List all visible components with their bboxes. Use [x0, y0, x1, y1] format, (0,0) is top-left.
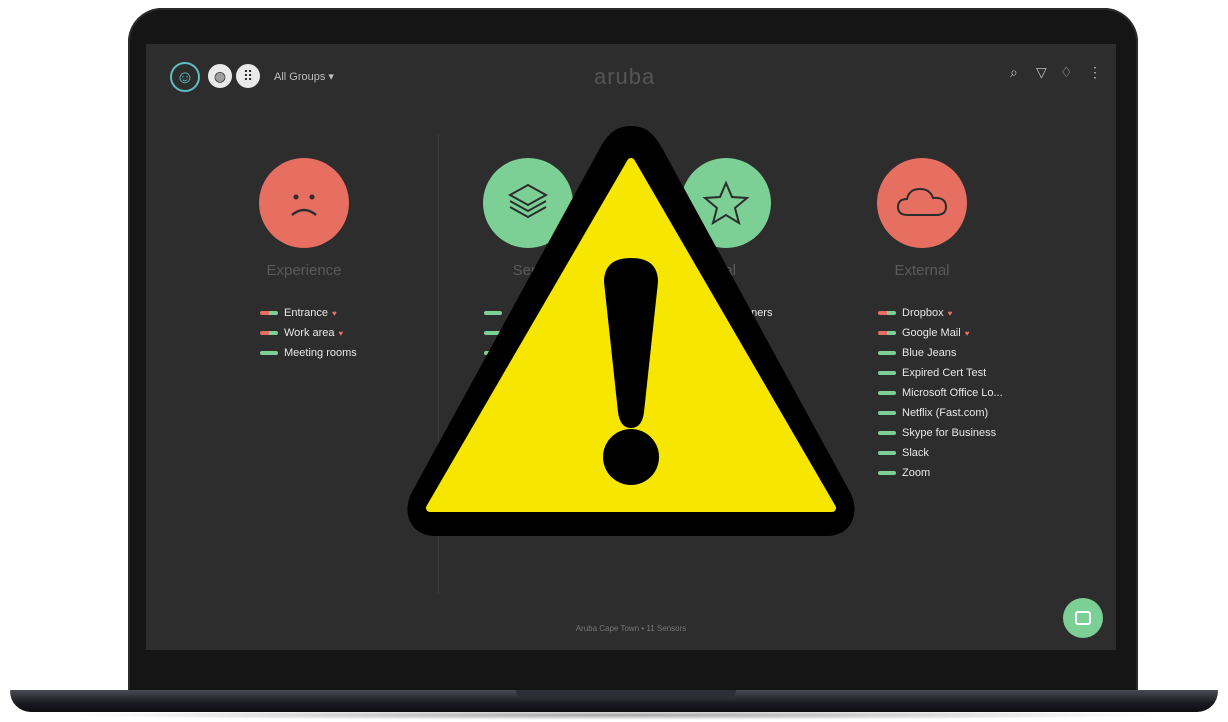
- column-experience[interactable]: Experience Entrance ♥ Work area ♥ Meeting …: [204, 158, 404, 363]
- laptop-notch: [516, 690, 736, 698]
- grid-icon[interactable]: ⠿: [236, 64, 260, 88]
- item-label: Dropbox: [902, 307, 944, 319]
- status-bar: [878, 411, 896, 415]
- column-title: Experience: [266, 262, 342, 279]
- alert-icon: ♥: [947, 308, 953, 318]
- alert-icon: ♥: [332, 308, 337, 318]
- smile-icon[interactable]: ☺: [170, 62, 200, 92]
- item-label: Zoom: [902, 467, 931, 479]
- cloud-icon: [877, 158, 967, 248]
- warning-icon: [407, 126, 855, 536]
- chat-icon: [1075, 611, 1091, 625]
- sad-face-icon: [259, 158, 349, 248]
- status-bar: [878, 371, 896, 375]
- item-label: Work area: [284, 327, 335, 339]
- status-bar: [260, 351, 278, 355]
- item-label: Netflix (Fast.com): [902, 407, 989, 419]
- list-item[interactable]: Meeting rooms: [204, 343, 404, 363]
- list-item[interactable]: Work area ♥: [204, 323, 404, 343]
- chat-button[interactable]: [1063, 598, 1103, 638]
- status-bar: [878, 331, 896, 335]
- list-item[interactable]: Entrance ♥: [204, 303, 404, 323]
- item-label: Slack: [902, 447, 929, 459]
- alert-icon: ♥: [964, 328, 970, 338]
- more-icon[interactable]: ⋮: [1088, 64, 1102, 81]
- item-label: Microsoft Office Lo...: [902, 387, 1003, 399]
- item-label: Meeting rooms: [284, 347, 357, 359]
- globe-icon[interactable]: ◍: [208, 64, 232, 88]
- brand-logo: aruba: [594, 64, 656, 89]
- footer-status: Aruba Cape Town • 11 Sensors: [575, 624, 687, 633]
- status-bar: [878, 351, 896, 355]
- bell-icon[interactable]: ♢: [1060, 64, 1073, 81]
- search-icon[interactable]: ⌕: [1010, 64, 1018, 81]
- status-bar: [260, 331, 278, 335]
- status-bar: [878, 471, 896, 475]
- status-bar: [260, 311, 278, 315]
- item-label: Skype for Business: [902, 427, 997, 439]
- status-bar: [878, 311, 896, 315]
- item-label: Entrance: [284, 307, 329, 319]
- status-bar: [878, 431, 896, 435]
- alert-icon: ♥: [338, 328, 344, 338]
- item-label: Google Mail: [902, 327, 961, 339]
- filter-icon[interactable]: ▽: [1036, 64, 1047, 81]
- status-bar: [878, 451, 896, 455]
- status-bar: [878, 391, 896, 395]
- group-selector[interactable]: All Groups ▾: [274, 70, 334, 83]
- item-label: Blue Jeans: [902, 347, 957, 359]
- item-label: Expired Cert Test: [902, 367, 987, 379]
